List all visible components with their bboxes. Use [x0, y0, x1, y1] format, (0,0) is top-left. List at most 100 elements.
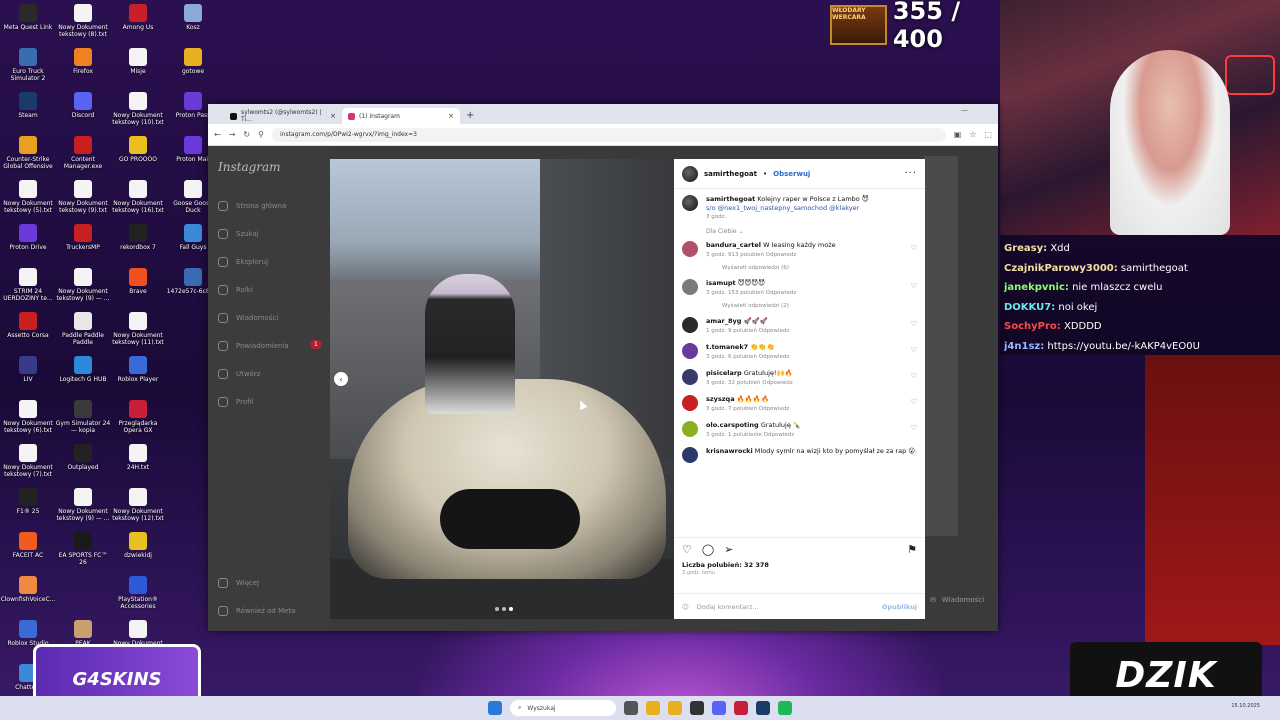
reply-button[interactable]: Odpowiedz [759, 354, 789, 360]
comment-likes[interactable]: 7 polubień [728, 406, 757, 412]
ig-nav-item[interactable]: Wiadomości [218, 304, 320, 332]
desktop-icon[interactable]: Nowy Dokument tekstowy (9) — ... [55, 488, 111, 522]
comment-likes[interactable]: 6 polubień [728, 354, 757, 360]
desktop-icon[interactable]: Euro Truck Simulator 2 [0, 48, 56, 82]
ig-nav-item[interactable]: Szukaj [218, 220, 320, 248]
opera-gx-icon[interactable] [734, 701, 748, 715]
comment-avatar[interactable] [682, 343, 698, 359]
obs-icon[interactable] [690, 701, 704, 715]
task-view-icon[interactable] [624, 701, 638, 715]
desktop-icon[interactable]: Nowy Dokument tekstowy (7).txt [0, 444, 56, 478]
ig-nav-item[interactable]: Również od Meta [218, 597, 295, 625]
desktop-icon[interactable]: Nowy Dokument tekstowy (8).txt [55, 4, 111, 38]
ig-nav-item[interactable]: Utwórz [218, 360, 320, 388]
desktop-icon[interactable]: Roblox Player [110, 356, 166, 383]
reload-icon[interactable]: ↻ [243, 130, 250, 139]
desktop-icon[interactable]: Nowy Dokument tekstowy (6).txt [0, 400, 56, 434]
desktop-icon[interactable]: Outplayed [55, 444, 111, 471]
view-replies-link[interactable]: Wyświetl odpowiedzi (6) [722, 265, 917, 271]
comment-username[interactable]: bandura_cartel [706, 241, 761, 249]
reply-button[interactable]: Odpowiedz [759, 406, 789, 412]
desktop-icon[interactable]: Kosz [165, 4, 221, 31]
author-username[interactable]: samirthegoat [704, 170, 757, 178]
share-icon[interactable]: ➢ [724, 543, 733, 556]
comment-username[interactable]: pisicelarp [706, 369, 742, 377]
desktop-icon[interactable]: Firefox [55, 48, 111, 75]
desktop-icon[interactable]: Content Manager.exe [55, 136, 111, 170]
comment-like-icon[interactable]: ♡ [911, 282, 917, 290]
likes-count[interactable]: Liczba polubień: 32 378 [674, 561, 925, 569]
comment-likes[interactable]: 32 polubień [728, 380, 761, 386]
comment-likes[interactable]: 9 polubień [728, 328, 757, 334]
desktop-icon[interactable]: Gym Simulator 24 — kopia [55, 400, 111, 434]
site-info-icon[interactable]: ⚲ [258, 130, 264, 139]
browser-tab[interactable]: (1) Instagram × [342, 108, 460, 124]
comment-likes[interactable]: 913 polubień [728, 252, 764, 258]
prev-image-icon[interactable]: ‹ [334, 372, 348, 386]
desktop-icon[interactable]: ClownfishVoiceC... [0, 576, 56, 603]
reply-button[interactable]: Odpowiedz [764, 432, 794, 438]
desktop-icon[interactable]: Meta Quest Link [0, 4, 56, 31]
follow-button[interactable]: Obserwuj [773, 170, 810, 178]
spotify-icon[interactable] [778, 701, 792, 715]
ig-nav-item[interactable]: Strona główna [218, 192, 320, 220]
desktop-icon[interactable]: Discord [55, 92, 111, 119]
desktop-icon[interactable]: Assetto Corsa [0, 312, 56, 339]
comment-avatar[interactable] [682, 395, 698, 411]
comment-like-icon[interactable]: ♡ [911, 450, 917, 458]
ig-nav-item[interactable]: Rolki [218, 276, 320, 304]
save-icon[interactable]: ⚑ [907, 543, 917, 556]
reply-button[interactable]: Odpowiedz [759, 328, 789, 334]
author-avatar[interactable] [682, 165, 698, 182]
emoji-icon[interactable]: ☺ [682, 603, 689, 611]
bookmark-star-icon[interactable]: ☆ [969, 130, 976, 139]
extensions-icon[interactable]: ⬚ [984, 130, 992, 139]
desktop-icon[interactable]: Nowy Dokument tekstowy (16).txt [110, 180, 166, 214]
comment-avatar[interactable] [682, 317, 698, 333]
comment-avatar[interactable] [682, 447, 698, 463]
comment-username[interactable]: krisnawrocki [706, 447, 753, 455]
comment-username[interactable]: szyszqa [706, 395, 735, 403]
desktop-icon[interactable]: Przeglądarka Opera GX [110, 400, 166, 434]
comment-icon[interactable]: ◯ [702, 543, 714, 556]
publish-button[interactable]: Opublikuj [882, 603, 917, 611]
window-minimize-icon[interactable]: — [961, 106, 968, 114]
comment-avatar[interactable] [682, 241, 698, 257]
desktop-icon[interactable]: FACEIT AC [0, 532, 56, 559]
reply-button[interactable]: Odpowiedz [762, 380, 792, 386]
view-replies-link[interactable]: Wyświetl odpowiedzi (2) [722, 303, 917, 309]
reply-button[interactable]: Odpowiedz [766, 252, 796, 258]
desktop-icon[interactable]: Among Us [110, 4, 166, 31]
ig-nav-item[interactable]: Więcej [218, 569, 295, 597]
url-field[interactable]: instagram.com/p/DPwI2-wgrvx/?img_index=3 [271, 127, 946, 142]
caption-username[interactable]: samirthegoat [706, 195, 755, 203]
install-icon[interactable]: ▣ [954, 130, 962, 139]
comment-like-icon[interactable]: ♡ [911, 424, 917, 432]
comment-like-icon[interactable]: ♡ [911, 320, 917, 328]
tab-close-icon[interactable]: × [448, 112, 454, 120]
file-explorer-icon[interactable] [668, 701, 682, 715]
desktop-icon[interactable]: Counter-Strike Global Offensive [0, 136, 56, 170]
desktop-icon[interactable]: STRIM 24 UERDOZINY te... [0, 268, 56, 302]
like-icon[interactable]: ♡ [682, 543, 692, 556]
desktop-icon[interactable]: Nowy Dokument tekstowy (9).txt [55, 180, 111, 214]
forward-icon[interactable]: → [229, 130, 236, 139]
comment-avatar[interactable] [682, 421, 698, 437]
desktop-icon[interactable]: 24H.txt [110, 444, 166, 471]
back-icon[interactable]: ← [214, 130, 221, 139]
desktop-icon[interactable]: Nowy Dokument tekstowy (5).txt [0, 180, 56, 214]
desktop-icon[interactable]: Paddle Paddle Paddle [55, 312, 111, 346]
add-comment-input[interactable]: Dodaj komentarz... [697, 603, 759, 611]
desktop-icon[interactable]: PlayStation® Accessories [110, 576, 166, 610]
comment-likes[interactable]: 153 polubień [728, 290, 764, 296]
more-options-icon[interactable]: ··· [904, 168, 917, 179]
messages-button[interactable]: ✉ Wiadomości [924, 586, 998, 614]
chrome-icon[interactable] [646, 701, 660, 715]
desktop-icon[interactable]: dzwiekidj [110, 532, 166, 559]
desktop-icon[interactable]: Roblox Studio [0, 620, 56, 647]
desktop-icon[interactable]: LIV [0, 356, 56, 383]
comment-filter[interactable]: Dla Ciebie ⌄ [706, 228, 917, 235]
ig-nav-item[interactable]: Profil [218, 388, 320, 416]
ig-nav-item[interactable]: Eksploruj [218, 248, 320, 276]
desktop-icon[interactable]: Steam [0, 92, 56, 119]
